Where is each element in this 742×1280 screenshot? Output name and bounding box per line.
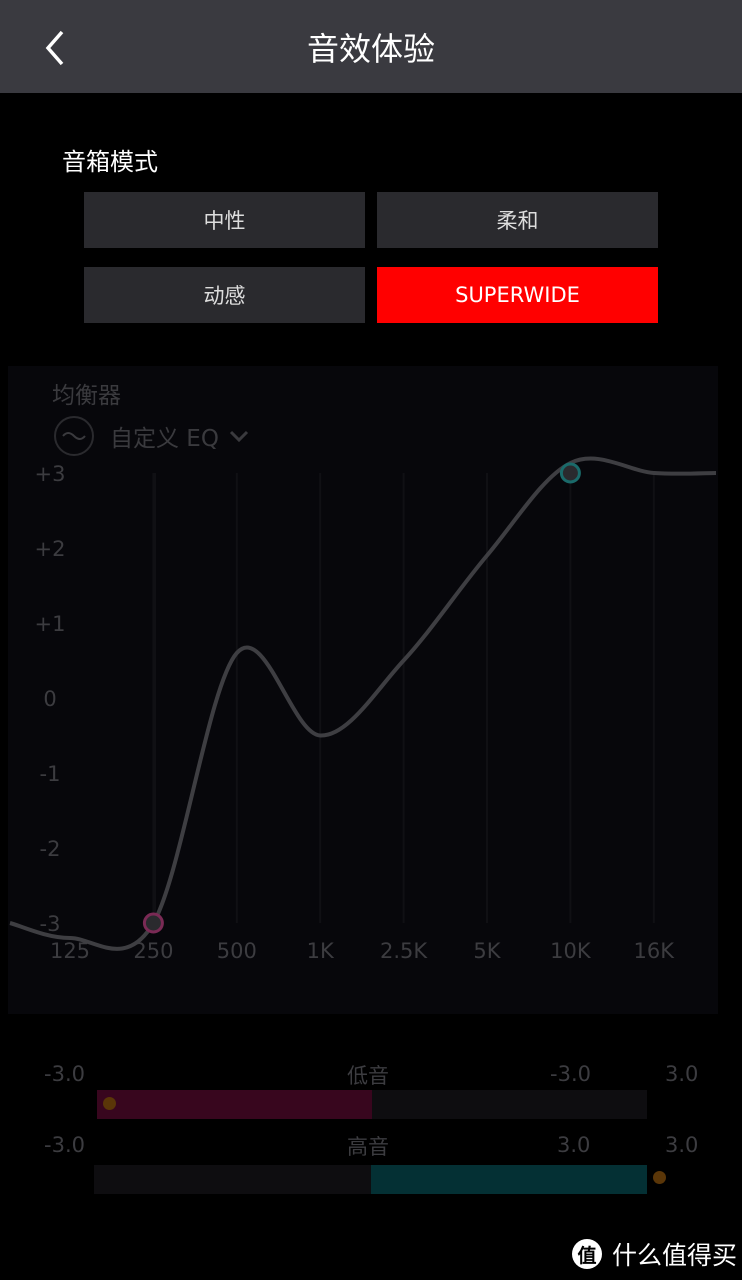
y-tick-label: +2 [35, 537, 66, 561]
y-tick-label: -1 [40, 762, 61, 786]
mode-superwide-button[interactable]: SUPERWIDE [377, 267, 658, 323]
logo-text: 什么值得买 [612, 1241, 738, 1270]
eq-chart[interactable]: 125 250 500 1K 2.5K 5K 10K 16K+3+2+10-1-2-3 [0, 440, 742, 980]
treble-value: 3.0 [557, 1133, 591, 1157]
y-tick-label: +1 [35, 612, 66, 636]
x-tick-label: 10K [550, 939, 592, 963]
treble-slider[interactable] [94, 1165, 647, 1194]
top-bar: 音效体验 [0, 0, 742, 93]
eq-curve [9, 456, 717, 951]
watermark-logo: 值 什么值得买 [572, 1236, 737, 1272]
x-tick-label: 16K [634, 939, 676, 963]
y-tick-label: +3 [35, 462, 66, 486]
logo-icon: 值 [572, 1239, 602, 1269]
chevron-left-icon[interactable] [40, 28, 74, 68]
treble-max: 3.0 [665, 1133, 699, 1157]
bass-slider[interactable] [97, 1090, 647, 1119]
treble-fill [370, 1165, 647, 1194]
speaker-mode-label: 音箱模式 [62, 148, 158, 176]
equalizer-title: 均衡器 [52, 383, 121, 409]
x-tick-label: 500 [217, 939, 257, 963]
mode-soft-button[interactable]: 柔和 [377, 192, 658, 248]
treble-label: 高音 [347, 1135, 389, 1159]
x-tick-label: 5K [473, 939, 501, 963]
eq-band-handle[interactable] [142, 912, 164, 934]
x-tick-label: 1K [307, 939, 335, 963]
mode-neutral-button[interactable]: 中性 [84, 192, 365, 248]
page-title: 音效体验 [306, 29, 435, 68]
y-tick-label: 0 [43, 687, 56, 711]
bass-fill [97, 1090, 372, 1119]
eq-band-handle[interactable] [559, 462, 581, 484]
y-tick-label: -2 [40, 837, 61, 861]
treble-min: -3.0 [44, 1133, 85, 1157]
bass-value: -3.0 [550, 1062, 591, 1086]
bass-label: 低音 [347, 1064, 389, 1088]
bass-max: 3.0 [665, 1062, 699, 1086]
bass-min: -3.0 [44, 1062, 85, 1086]
bass-slider-handle[interactable] [103, 1097, 116, 1110]
treble-slider-handle[interactable] [653, 1171, 666, 1184]
mode-dynamic-button[interactable]: 动感 [84, 267, 365, 323]
x-tick-label: 2.5K [380, 939, 428, 963]
